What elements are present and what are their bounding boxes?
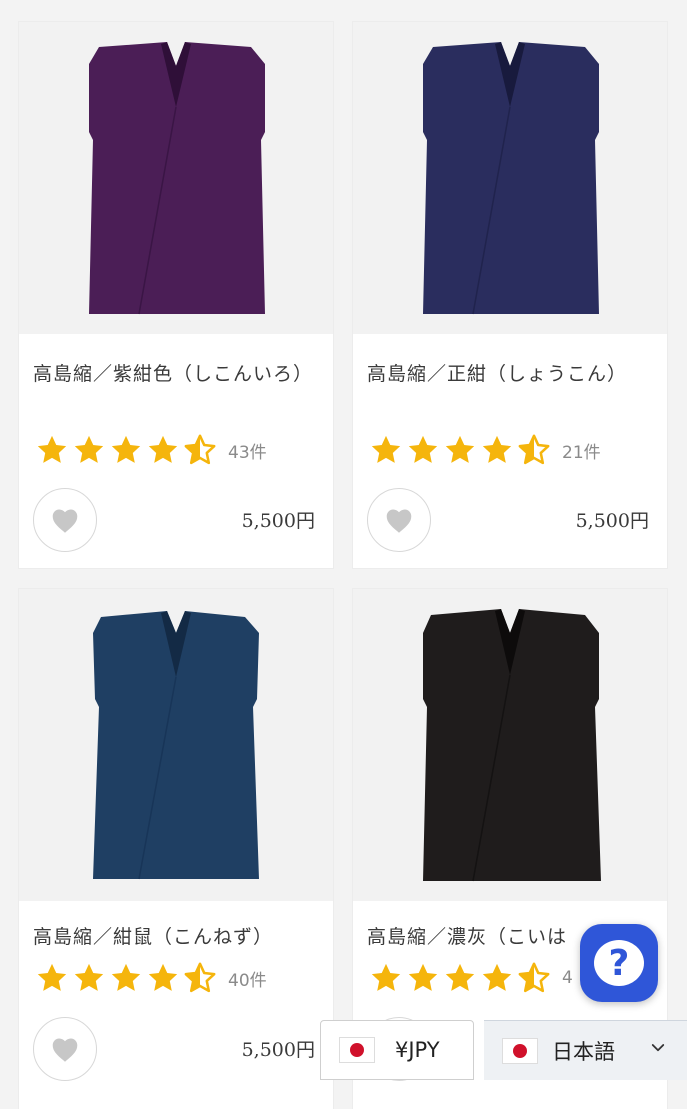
rating-stars: 40件 bbox=[35, 961, 267, 995]
star-icon bbox=[37, 435, 67, 463]
product-grid: 高島縮／紫紺色（しこんいろ） 43件 5,500円 高島縮／正紺（しょうこん） bbox=[0, 0, 687, 1109]
star-icon bbox=[482, 963, 512, 991]
star-icon bbox=[111, 963, 141, 991]
star-icon bbox=[37, 963, 67, 991]
currency-selector[interactable]: ¥JPY bbox=[320, 1020, 474, 1080]
star-icon bbox=[111, 435, 141, 463]
product-card[interactable]: 高島縮／正紺（しょうこん） 21件 5,500円 bbox=[353, 22, 667, 568]
product-image[interactable] bbox=[353, 22, 667, 334]
product-image[interactable] bbox=[19, 589, 333, 901]
product-price: 5,500円 bbox=[575, 510, 649, 532]
review-count[interactable]: 40件 bbox=[228, 966, 267, 991]
star-icon bbox=[445, 963, 475, 991]
product-price: 5,500円 bbox=[241, 1039, 315, 1061]
star-icon bbox=[74, 963, 104, 991]
language-label: 日本語 bbox=[552, 1039, 615, 1064]
star-icon bbox=[445, 435, 475, 463]
rating-stars: 4 bbox=[369, 961, 573, 995]
half-star-icon bbox=[518, 434, 550, 465]
star-icon bbox=[74, 435, 104, 463]
star-icon bbox=[408, 963, 438, 991]
garment-image bbox=[423, 609, 601, 882]
product-card[interactable]: 高島縮／紺鼠（こんねず） 40件 5,500円 bbox=[19, 589, 333, 1109]
help-chat-button[interactable]: ? bbox=[580, 924, 658, 1002]
question-icon: ? bbox=[594, 940, 644, 986]
favorite-button[interactable] bbox=[33, 1017, 97, 1081]
currency-label: ¥JPY bbox=[395, 1038, 440, 1062]
rating-stars: 21件 bbox=[369, 433, 601, 467]
star-icon bbox=[371, 963, 401, 991]
heart-icon bbox=[52, 508, 78, 533]
product-image[interactable] bbox=[353, 589, 667, 901]
half-star-icon bbox=[184, 962, 216, 993]
japan-flag-icon bbox=[339, 1037, 375, 1063]
star-icon bbox=[148, 963, 178, 991]
favorite-button[interactable] bbox=[33, 488, 97, 552]
product-title[interactable]: 高島縮／紺鼠（こんねず） bbox=[33, 919, 313, 955]
product-image[interactable] bbox=[19, 22, 333, 334]
rating-stars: 43件 bbox=[35, 433, 267, 467]
heart-icon bbox=[386, 508, 412, 533]
garment-image bbox=[89, 42, 265, 315]
product-title[interactable]: 高島縮／正紺（しょうこん） bbox=[367, 356, 647, 392]
chevron-down-icon bbox=[651, 1044, 665, 1052]
garment-image bbox=[93, 611, 259, 880]
favorite-button[interactable] bbox=[367, 488, 431, 552]
star-icon bbox=[408, 435, 438, 463]
half-star-icon bbox=[518, 962, 550, 993]
garment-image bbox=[423, 42, 599, 315]
half-star-icon bbox=[184, 434, 216, 465]
star-icon bbox=[482, 435, 512, 463]
star-icon bbox=[148, 435, 178, 463]
product-card[interactable]: 高島縮／紫紺色（しこんいろ） 43件 5,500円 bbox=[19, 22, 333, 568]
product-price: 5,500円 bbox=[241, 510, 315, 532]
star-icon bbox=[371, 435, 401, 463]
review-count[interactable]: 4 bbox=[562, 968, 573, 988]
language-selector[interactable]: 日本語 bbox=[484, 1020, 687, 1080]
product-title[interactable]: 高島縮／紫紺色（しこんいろ） bbox=[33, 356, 313, 392]
japan-flag-icon bbox=[502, 1037, 538, 1064]
review-count[interactable]: 21件 bbox=[562, 438, 601, 463]
heart-icon bbox=[52, 1037, 78, 1062]
review-count[interactable]: 43件 bbox=[228, 438, 267, 463]
